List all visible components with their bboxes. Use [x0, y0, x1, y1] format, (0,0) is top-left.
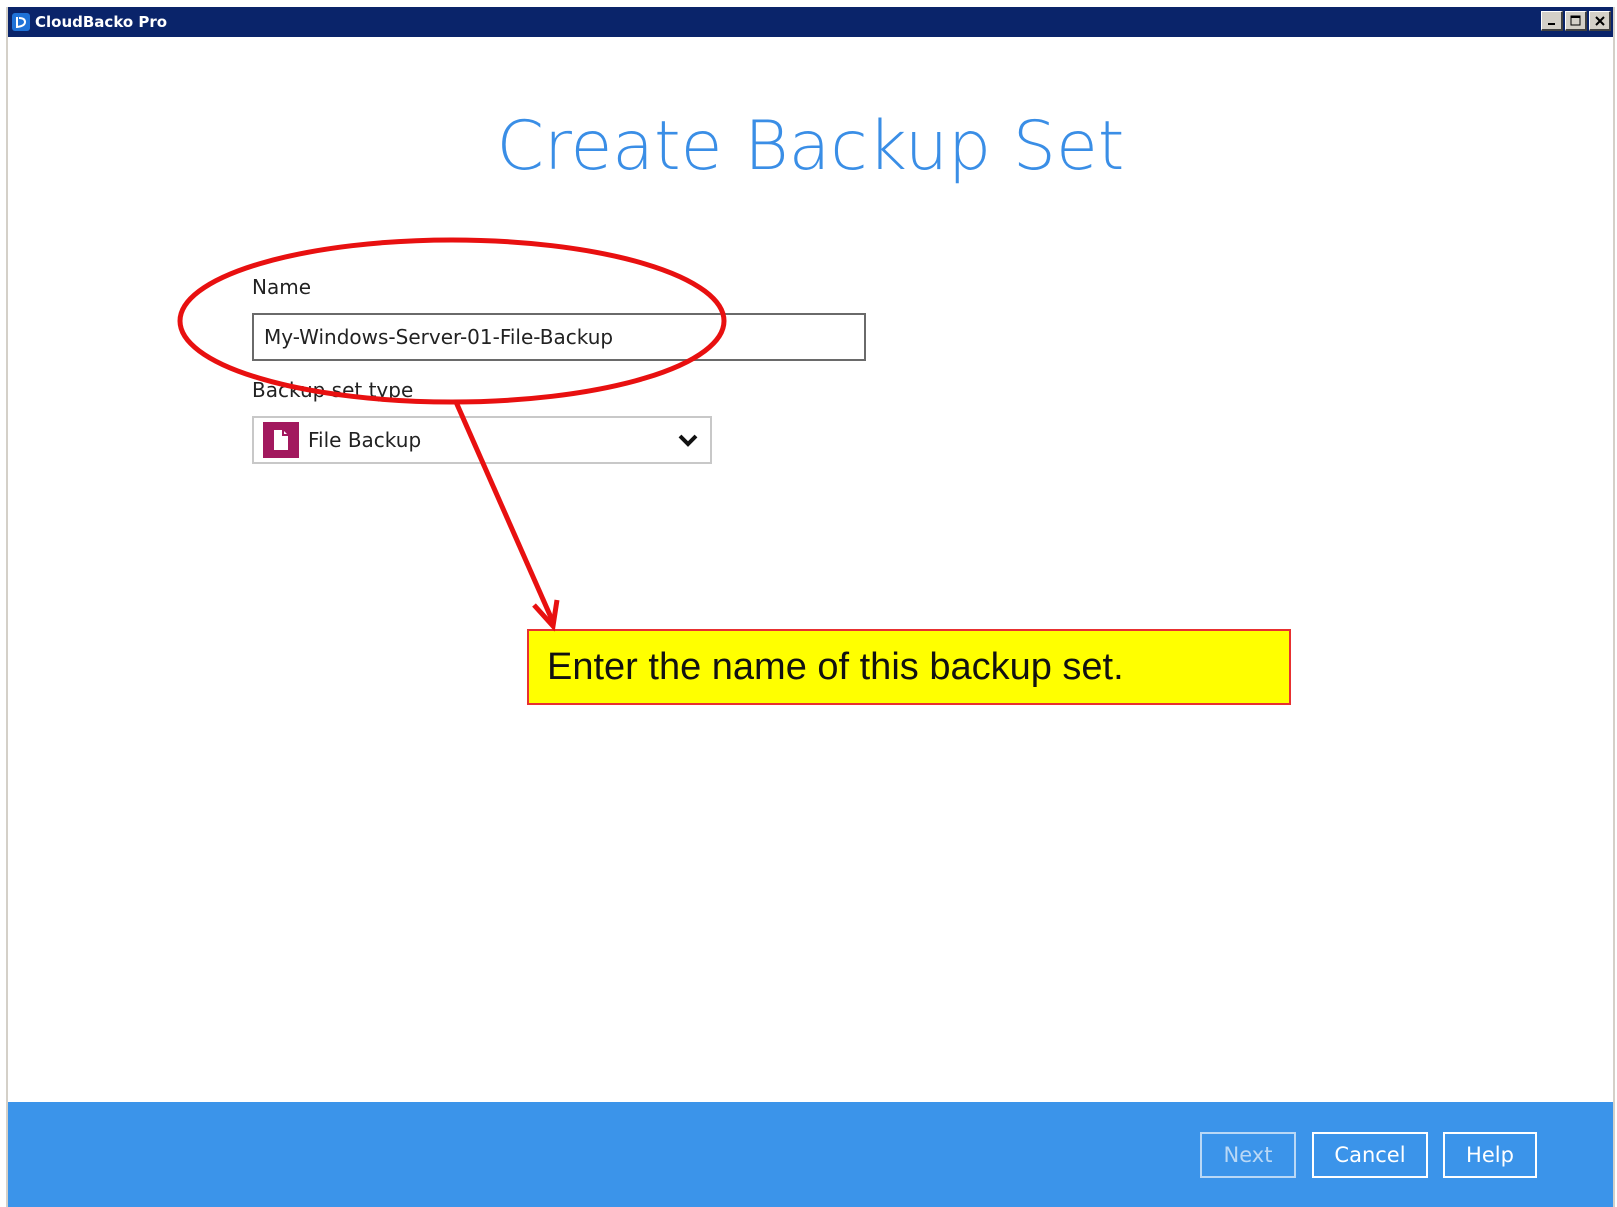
- footer-bar: Next Cancel Help: [8, 1102, 1613, 1207]
- annotation-callout: Enter the name of this backup set.: [527, 629, 1291, 705]
- cloudbacko-logo-icon: [12, 13, 30, 31]
- maximize-button[interactable]: [1565, 11, 1587, 31]
- chevron-down-icon[interactable]: [678, 432, 698, 451]
- next-button[interactable]: Next: [1200, 1132, 1296, 1178]
- backup-set-type-label: Backup set type: [252, 378, 414, 402]
- name-input[interactable]: [252, 313, 866, 361]
- window-title: CloudBacko Pro: [35, 13, 168, 31]
- close-button[interactable]: [1589, 11, 1611, 31]
- name-label: Name: [252, 275, 312, 299]
- file-icon: [263, 422, 299, 458]
- app-window: CloudBacko Pro Create Backup Set Name Ba…: [6, 7, 1615, 1207]
- page-title: Create Backup Set: [496, 107, 1125, 186]
- minimize-button[interactable]: [1541, 11, 1563, 31]
- window-controls: [1541, 11, 1611, 31]
- backup-set-type-dropdown[interactable]: File Backup: [252, 416, 712, 464]
- help-button[interactable]: Help: [1443, 1132, 1537, 1178]
- cancel-button[interactable]: Cancel: [1312, 1132, 1428, 1178]
- backup-set-type-value: File Backup: [308, 428, 422, 452]
- title-bar[interactable]: CloudBacko Pro: [8, 7, 1613, 37]
